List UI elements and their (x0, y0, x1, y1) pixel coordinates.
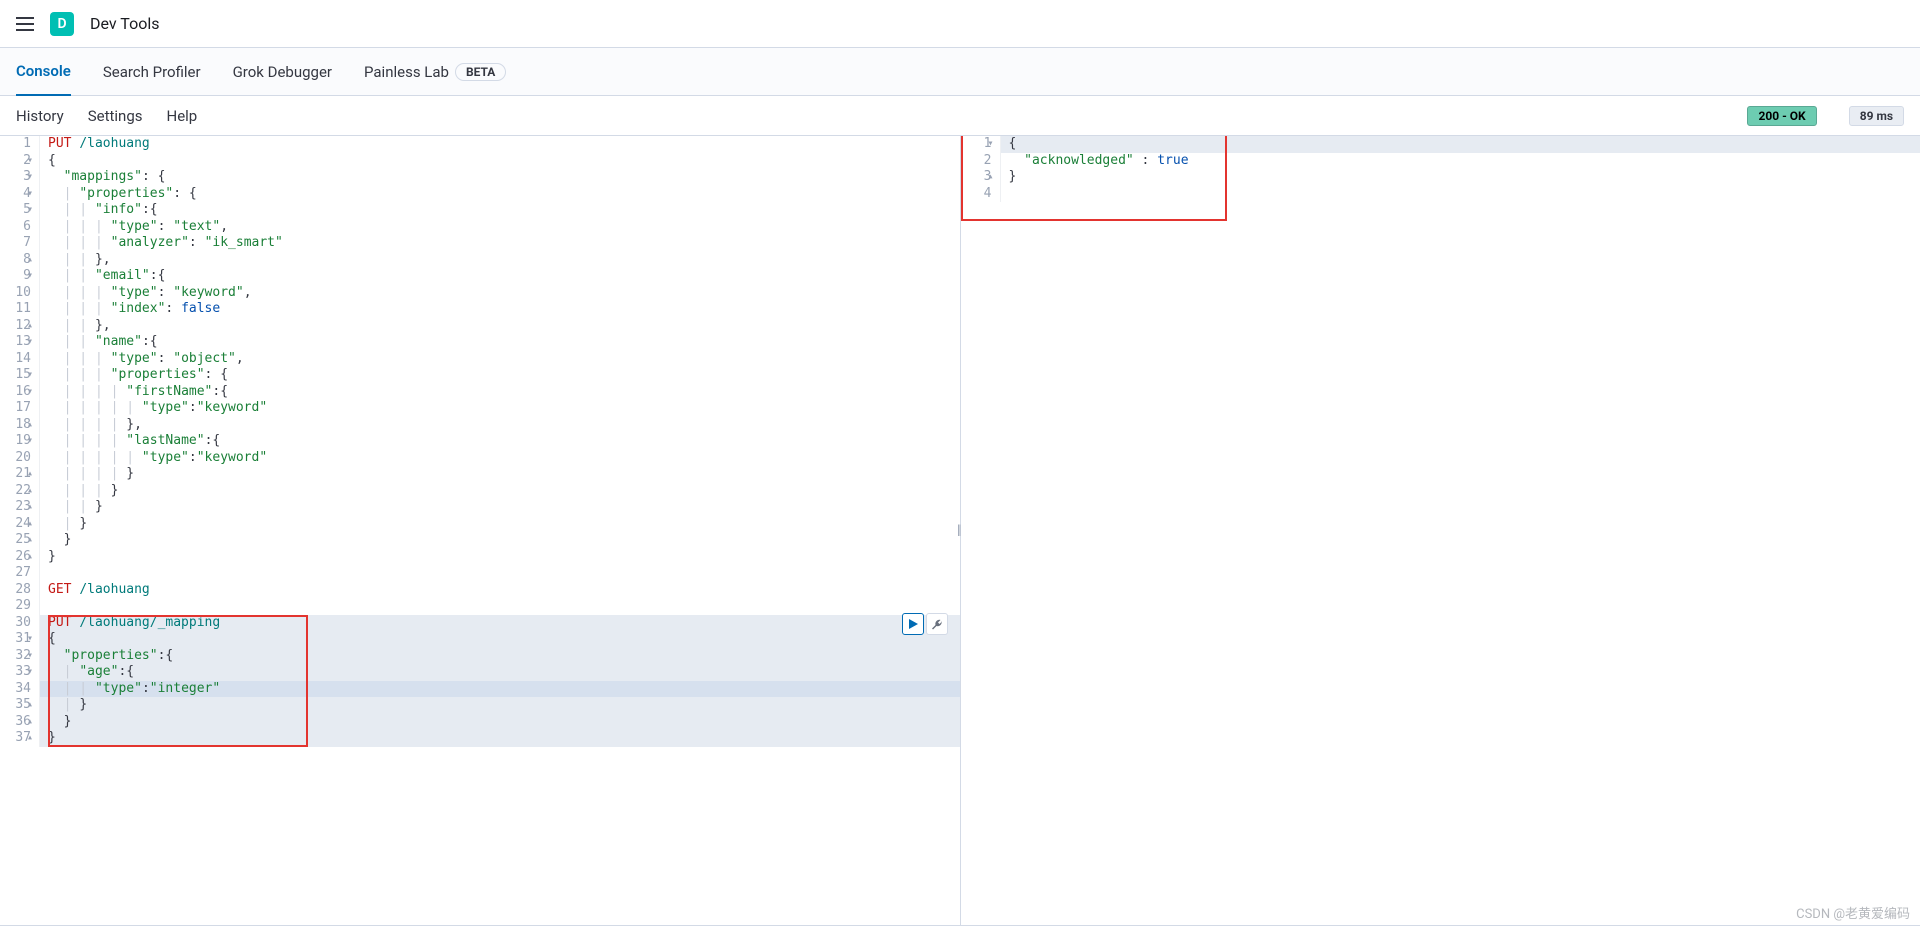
request-editor[interactable]: 12▾3▾4▾5▾678▴9▾101112▴13▾1415▾16▾1718▴19… (0, 136, 960, 747)
code-line[interactable]: | "age":{ (48, 664, 960, 681)
response-editor: 1▾23▴4 { "acknowledged" : true} (961, 136, 1920, 202)
code-line[interactable] (48, 565, 960, 582)
code-line[interactable]: | | | "properties": { (48, 367, 960, 384)
code-line[interactable]: | | | "analyzer": "ik_smart" (48, 235, 960, 252)
code-line[interactable]: | | "info":{ (48, 202, 960, 219)
tab-grok-debugger[interactable]: Grok Debugger (233, 48, 332, 96)
code-line[interactable]: | | | | | "type":"keyword" (48, 400, 960, 417)
code-line[interactable]: { (48, 631, 960, 648)
code-line[interactable]: | "properties": { (48, 186, 960, 203)
code-line[interactable]: } (48, 730, 960, 747)
app-icon[interactable]: D (50, 12, 74, 36)
code-line[interactable]: | | | | "firstName":{ (48, 384, 960, 401)
beta-badge: BETA (455, 63, 506, 81)
top-bar: D Dev Tools (0, 0, 1920, 48)
tab-bar: Console Search Profiler Grok Debugger Painl… (0, 48, 1920, 96)
code-line[interactable]: } (48, 714, 960, 731)
code-line[interactable]: GET /laohuang (48, 582, 960, 599)
help-link[interactable]: Help (167, 107, 198, 125)
code-line[interactable]: | | "email":{ (48, 268, 960, 285)
page-title: Dev Tools (90, 14, 159, 33)
code-line[interactable]: | | | "index": false (48, 301, 960, 318)
code-line[interactable]: | | | | "lastName":{ (48, 433, 960, 450)
tab-console[interactable]: Console (16, 48, 71, 96)
menu-icon[interactable] (16, 17, 34, 31)
tab-label: Console (16, 62, 71, 80)
timing-badge: 89 ms (1849, 106, 1904, 126)
code-line[interactable]: | } (48, 697, 960, 714)
tab-search-profiler[interactable]: Search Profiler (103, 48, 201, 96)
request-pane[interactable]: 12▾3▾4▾5▾678▴9▾101112▴13▾1415▾16▾1718▴19… (0, 136, 961, 925)
code-line[interactable]: { (48, 153, 960, 170)
code-line[interactable]: } (48, 532, 960, 549)
code-line[interactable]: { (1009, 136, 1920, 153)
code-line[interactable] (48, 598, 960, 615)
code-line[interactable]: } (1009, 169, 1920, 186)
code-line[interactable]: | | }, (48, 318, 960, 335)
code-line[interactable]: "properties":{ (48, 648, 960, 665)
code-line[interactable]: | | } (48, 499, 960, 516)
code-line[interactable]: | | | | } (48, 466, 960, 483)
settings-link[interactable]: Settings (88, 107, 143, 125)
code-line[interactable]: | | | } (48, 483, 960, 500)
sub-toolbar: History Settings Help 200 - OK 89 ms (0, 96, 1920, 136)
watermark: CSDN @老黄爱编码 (1796, 903, 1910, 922)
history-link[interactable]: History (16, 107, 64, 125)
status-badge: 200 - OK (1747, 106, 1816, 126)
code-line[interactable]: | | "name":{ (48, 334, 960, 351)
code-line[interactable]: | | | | }, (48, 417, 960, 434)
code-line[interactable]: | | | "type": "object", (48, 351, 960, 368)
code-line[interactable]: | | }, (48, 252, 960, 269)
code-line[interactable]: PUT /laohuang/_mapping (48, 615, 960, 632)
tab-label: Search Profiler (103, 63, 201, 81)
code-line[interactable]: | | | "type": "text", (48, 219, 960, 236)
code-line[interactable]: } (48, 549, 960, 566)
tab-label: Painless Lab (364, 63, 449, 81)
tab-label: Grok Debugger (233, 63, 332, 81)
code-line[interactable]: "mappings": { (48, 169, 960, 186)
code-line[interactable]: | | "type":"integer" (48, 681, 960, 698)
run-request-button[interactable] (902, 613, 924, 635)
split-panes: 12▾3▾4▾5▾678▴9▾101112▴13▾1415▾16▾1718▴19… (0, 136, 1920, 926)
code-line[interactable]: | | | "type": "keyword", (48, 285, 960, 302)
request-options-button[interactable] (926, 613, 948, 635)
code-line[interactable] (1009, 186, 1920, 203)
code-line[interactable]: PUT /laohuang (48, 136, 960, 153)
code-line[interactable]: | } (48, 516, 960, 533)
tab-painless-lab[interactable]: Painless Lab BETA (364, 48, 506, 96)
code-line[interactable]: "acknowledged" : true (1009, 153, 1920, 170)
code-line[interactable]: | | | | | "type":"keyword" (48, 450, 960, 467)
response-pane: 1▾23▴4 { "acknowledged" : true} (961, 136, 1920, 925)
